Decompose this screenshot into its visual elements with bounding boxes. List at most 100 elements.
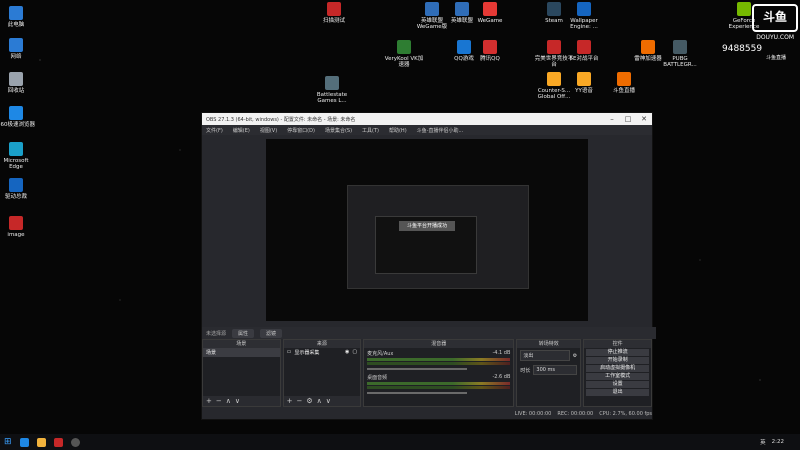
move-down-icon[interactable]: ∨ [235,397,240,405]
obs-statusbar: LIVE: 00:00:00 REC: 00:00:00 CPU: 2.7%, … [202,409,658,419]
scenes-header: 场景 [203,340,280,348]
properties-button[interactable]: 属性 [232,328,255,338]
maximize-button[interactable]: □ [620,115,636,123]
eye-icon[interactable]: ◉ [345,349,349,356]
control-button[interactable]: 停止推流 [586,349,649,356]
clock[interactable]: 2:22 [772,439,784,445]
desktop-icon[interactable]: 回收站 [0,72,36,94]
control-button[interactable]: 启动虚拟摄像机 [586,365,649,372]
desktop-icon-label: 360极速浏览器 [0,122,35,128]
app-icon [9,38,23,52]
app-icon [9,178,23,192]
app-icon [641,40,655,54]
app-icon [577,72,591,86]
volume-slider[interactable] [367,392,468,394]
app-icon [483,40,497,54]
add-source-button[interactable]: + [287,397,293,405]
obs-preview[interactable]: 斗鱼平台开播成功 [266,139,588,321]
folder-icon[interactable] [36,437,46,447]
move-down-icon[interactable]: ∨ [326,397,331,405]
desktop-icon[interactable]: Microsoft Edge [0,142,36,170]
control-button[interactable]: 工作室模式 [586,373,649,380]
duration-input[interactable]: 300 ms [533,365,578,375]
channel-name: 麦克风/Aux [367,351,394,357]
menu-item[interactable]: 文件(F) [206,127,223,134]
lang-indicator[interactable]: 英 [760,438,766,446]
desktop-icon[interactable]: 腾讯QQ [470,40,510,62]
app-icon [9,142,23,156]
monitor-icon: ▭ [286,349,292,355]
live-status: LIVE: 00:00:00 [514,411,552,417]
sources-header: 来源 [283,340,361,348]
lock-icon[interactable]: ▢ [352,349,357,356]
app-icon [9,216,23,230]
control-button[interactable]: 设置 [586,381,649,388]
douyu-watermark: 斗鱼 DOUYU.COM 9488559 斗鱼直播 [722,4,798,61]
move-up-icon[interactable]: ∧ [317,397,322,405]
desktop-icon[interactable]: YY语音 [564,72,604,94]
controls-dock: 控件 停止推流 开始录制 启动虚拟摄像机 工作室模式 设置 退出 [583,339,652,407]
remove-scene-button[interactable]: − [216,397,222,405]
filters-button[interactable]: 滤镜 [260,328,283,338]
desktop-icon[interactable]: PUBG BATTLEGR... [660,40,700,68]
app-icon [577,40,591,54]
desktop-icon[interactable]: 360极速浏览器 [0,106,36,128]
desktop-icon[interactable]: image [0,216,36,238]
desktop-icon-label: 扫描测试 [322,18,345,24]
no-source-label: 未选择源 [206,330,227,337]
desktop-icon[interactable]: WeGame [470,2,510,24]
volume-slider[interactable] [367,368,468,370]
menu-item[interactable]: 停靠窗口(D) [287,127,315,134]
obs-icon[interactable] [70,437,80,447]
browser-icon[interactable] [19,437,29,447]
desktop-icon-label: Microsoft Edge [3,158,29,170]
remove-source-button[interactable]: − [296,397,302,405]
desktop-icon[interactable]: 此电脑 [0,6,36,28]
mixer-dock: 混音器 麦克风/Aux -4.1 dB 桌面音频 -2.6 dB [363,339,515,407]
desktop-icon[interactable]: 5E对战平台 [564,40,604,62]
gear-icon[interactable]: ⚙ [573,353,577,359]
desktop-icon[interactable]: 驱动总裁 [0,178,36,200]
control-button[interactable]: 退出 [586,389,649,396]
desktop-icon-label: WeGame [477,18,503,24]
desktop-icon[interactable]: Wallpaper Engine: ... [564,2,604,30]
windows-icon[interactable]: ⊞ [4,437,12,447]
scenes-dock: 场景 场景 + − ∧ ∨ [202,339,281,407]
app-icon [325,76,339,90]
app-icon [397,40,411,54]
menu-item[interactable]: 斗鱼-直播伴侣小助... [417,127,464,134]
scene-item[interactable]: 场景 [203,348,280,357]
minimize-button[interactable]: – [604,115,620,123]
system-tray: 英 2:22 [760,438,800,446]
taskbar: ⊞ 英 2:22 [0,434,800,450]
desktop-icon-label: PUBG BATTLEGR... [663,56,697,68]
desktop-icon-label: Wallpaper Engine: ... [570,18,598,30]
desktop-icon[interactable]: Battlestate Games L... [312,76,352,104]
menu-item[interactable]: 帮助(H) [389,127,407,134]
desktop-icon[interactable]: 扫描测试 [314,2,354,24]
scenes-toolbar: + − ∧ ∨ [203,396,280,406]
menu-item[interactable]: 工具(T) [362,127,379,134]
desktop-icon[interactable]: VeryKool VK加速器 [384,40,424,68]
close-button[interactable]: ✕ [636,115,652,123]
menu-item[interactable]: 场景集合(S) [325,127,352,134]
app-icon[interactable] [53,437,63,447]
source-item[interactable]: ▭ 显示器采集 ◉ ▢ [284,348,361,357]
app-icon [9,6,23,20]
app-icon [457,40,471,54]
desktop-icon[interactable]: 斗鱼直播 [604,72,644,94]
move-up-icon[interactable]: ∧ [226,397,231,405]
gear-icon[interactable]: ⚙ [306,397,312,405]
desktop-icon-label: Battlestate Games L... [316,92,348,104]
menu-item[interactable]: 视图(V) [260,127,277,134]
channel-name: 桌面音频 [367,375,388,381]
desktop-icon[interactable]: 网络 [0,38,36,60]
obs-title: OBS 27.1.3 (64-bit, windows) - 配置文件: 未命名… [206,116,356,123]
control-button[interactable]: 开始录制 [586,357,649,364]
add-scene-button[interactable]: + [206,397,212,405]
desktop-icon-label: 腾讯QQ [480,56,500,62]
obs-window[interactable]: OBS 27.1.3 (64-bit, windows) - 配置文件: 未命名… [201,112,656,420]
transition-select[interactable]: 淡出 [520,350,570,361]
obs-titlebar[interactable]: OBS 27.1.3 (64-bit, windows) - 配置文件: 未命名… [202,113,652,125]
menu-item[interactable]: 编辑(E) [233,127,250,134]
